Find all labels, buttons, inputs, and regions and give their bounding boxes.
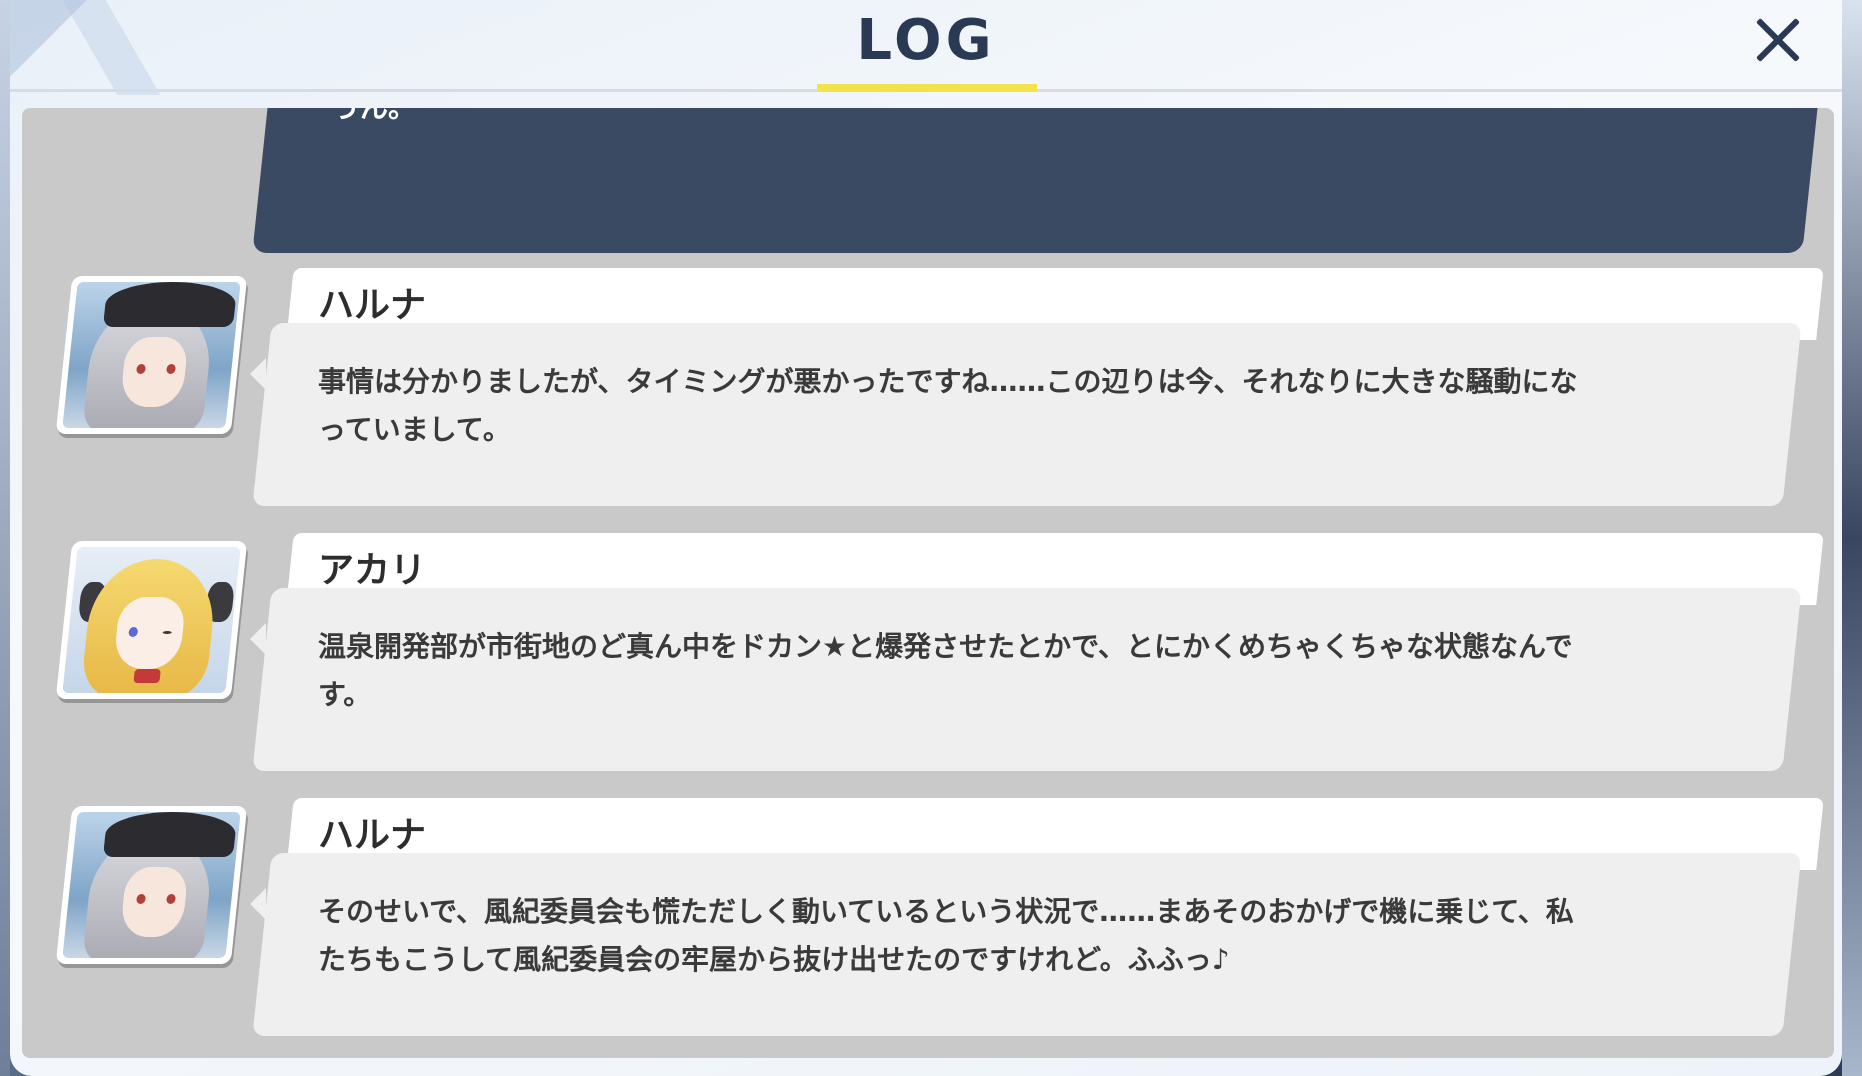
background-left-edge [0,0,10,1076]
speaker-name: ハルナ [318,285,427,326]
page-title: LOG [856,8,996,73]
title-underline [817,84,1037,92]
log-scroll-area[interactable]: うん。 ハルナ 事情は分かりましたが、タイミングが悪かったですね……この辺りは今… [22,108,1834,1058]
log-entry: ハルナ そのせいで、風紀委員会も慌ただしく動いているという状況で……まあそのおか… [22,798,1834,1048]
log-modal: LOG うん。 ハルナ 事情は分かりましたが、タイミングが悪かったですね……この… [10,0,1842,1076]
close-icon[interactable] [1746,10,1810,74]
player-message-bubble [252,108,1822,253]
speaker-name: ハルナ [318,815,427,856]
log-entry: ハルナ 事情は分かりましたが、タイミングが悪かったですね……この辺りは今、それな… [22,268,1834,518]
background-right-edge [1842,0,1862,1076]
player-message-text: うん。 [332,108,416,126]
dialogue-text: 温泉開発部が市街地のど真ん中をドカン★と爆発させたとかで、とにかくめちゃくちゃな… [318,630,1573,711]
dialogue-text: そのせいで、風紀委員会も慌ただしく動いているという状況で……まあそのおかげで機に… [318,895,1574,976]
log-entry: アカリ 温泉開発部が市街地のど真ん中をドカン★と爆発させたとかで、とにかくめちゃ… [22,533,1834,783]
avatar-haruna [55,806,248,964]
avatar-akari [55,541,248,699]
speaker-name: アカリ [318,550,427,591]
bubble-pointer [250,623,266,655]
bubble-pointer [250,888,266,920]
avatar-haruna [55,276,248,434]
dialogue-text: 事情は分かりましたが、タイミングが悪かったですね……この辺りは今、それなりに大き… [318,365,1578,446]
bubble-pointer [250,358,266,390]
log-header: LOG [10,0,1842,92]
